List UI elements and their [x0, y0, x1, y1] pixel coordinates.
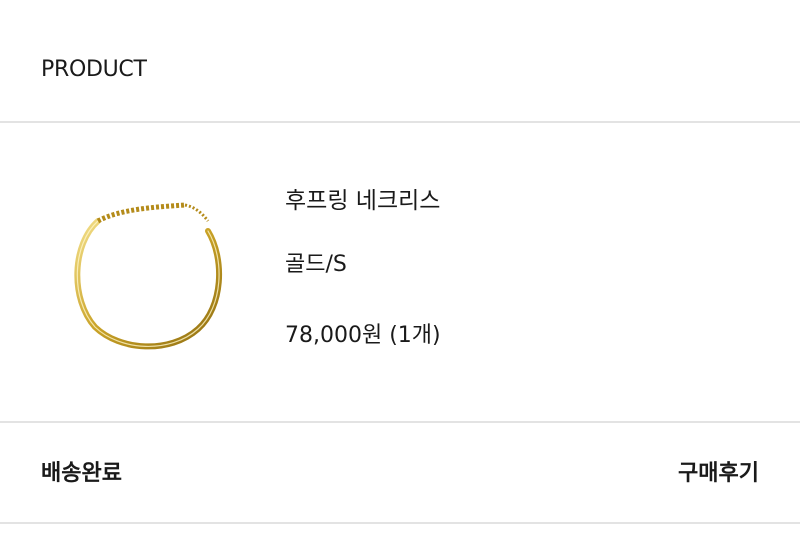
- section-header: PRODUCT: [0, 0, 800, 122]
- product-price: 78,000원 (1개): [285, 323, 441, 348]
- product-option: 골드/S: [285, 252, 347, 277]
- write-review-button[interactable]: 구매후기: [678, 455, 759, 487]
- product-item[interactable]: 후프링 네크리스 골드/S 78,000원 (1개): [0, 123, 800, 421]
- product-name[interactable]: 후프링 네크리스: [285, 181, 440, 215]
- delivery-status: 배송완료: [41, 461, 122, 486]
- order-detail-page: PRODUCT 후프링 네크리스 골드/S 78,000원 (1개) 배송완료 …: [0, 0, 800, 538]
- section-title: PRODUCT: [41, 57, 147, 82]
- order-status-row: 배송완료 구매후기: [0, 423, 800, 522]
- product-thumbnail[interactable]: [60, 189, 230, 359]
- divider: [0, 522, 800, 524]
